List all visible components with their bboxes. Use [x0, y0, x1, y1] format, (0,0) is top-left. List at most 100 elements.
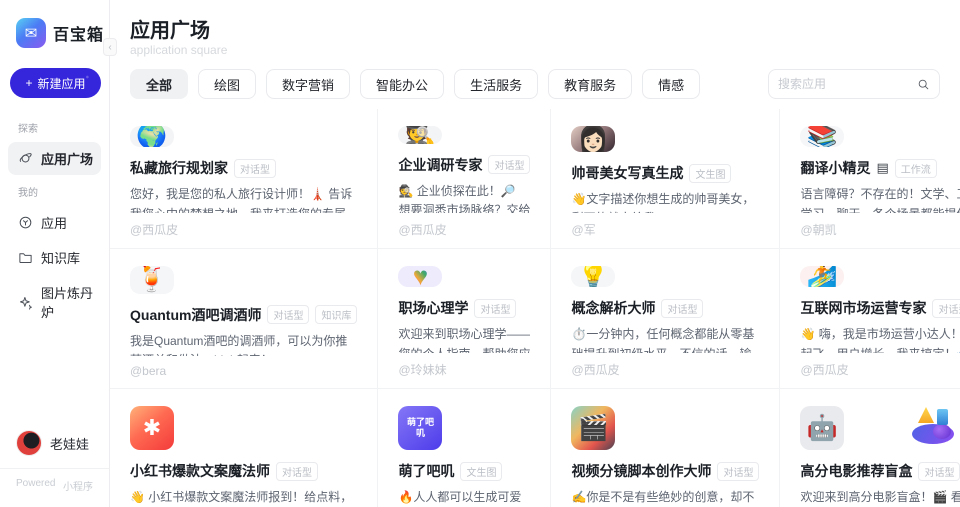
- clapperboard-icon: 🎬: [577, 413, 610, 442]
- document-glyph-icon: ▤: [876, 160, 889, 176]
- app-description: 语言障碍？不存在的！文学、工作、学习、聊天，各个场景都能提供支持！: [800, 187, 960, 213]
- user-profile[interactable]: 老娃娃: [0, 420, 109, 468]
- app-card-quantum-bartender[interactable]: 🍹 Quantum酒吧调酒师 对话型 知识库 我是Quantum酒吧的调酒师，可以为…: [110, 249, 379, 389]
- type-badge: 对话型: [267, 305, 310, 325]
- app-description: 🔥人人都可以生成可爱的表情包头像: [398, 490, 522, 504]
- app-description: 👋 小红书爆款文案魔法师报到！给点料，我就能让文案火花四溅，让大家都来“赞”助你…: [130, 490, 353, 504]
- app-author: @朝凯: [800, 223, 837, 237]
- type-badge: 对话型: [474, 298, 517, 318]
- app-title: 高分电影推荐盲盒: [800, 463, 913, 479]
- app-title: 概念解析大师: [571, 300, 656, 317]
- knowledge-badge: 知识库: [315, 305, 358, 325]
- app-title: 互联网市场运营专家: [800, 300, 927, 317]
- app-card-portrait-generator[interactable]: 👩🏻 帅哥美女写真生成文生图 👋文字描述你想生成的帅哥美女，剩下的就交给我 @军: [551, 109, 781, 249]
- search-box[interactable]: [768, 69, 940, 99]
- magic-wand-icon: ✱: [142, 415, 162, 440]
- app-title: 私藏旅行规划家: [130, 160, 228, 177]
- category-tabs: 全部 绘图 数字营销 智能办公 生活服务 教育服务 情感: [130, 69, 758, 99]
- app-title: 企业调研专家: [398, 156, 483, 173]
- app-icon: ✱: [130, 406, 174, 450]
- app-description: 欢迎来到职场心理学——您的个人指南，帮助您应对现代职场的复杂性！: [398, 327, 531, 353]
- app-card-xiaohongshu-copywriter[interactable]: ✱ 小红书爆款文案魔法师对话型 👋 小红书爆款文案魔法师报到！给点料，我就能让文…: [110, 389, 379, 507]
- app-description: ⏱️一分钟内，任何概念都能从零基础提升到初级水平，不信的话，输入你想学的概念，让…: [571, 327, 755, 353]
- type-badge: 对话型: [488, 155, 531, 175]
- sidebar-item-label: 应用广场: [41, 152, 94, 167]
- app-icon: 📚: [800, 126, 845, 148]
- sidebar-item-apps[interactable]: 应用: [8, 206, 101, 239]
- app-author: @西瓜皮: [398, 223, 447, 237]
- app-author: @玲妹妹: [398, 363, 447, 377]
- type-badge: 对话型: [234, 158, 276, 178]
- app-card-company-research[interactable]: 🕵️ 企业调研专家对话型 🕵️ 企业侦探在此！🔎 想要洞悉市场脉络？交给我，帮你…: [378, 109, 552, 249]
- app-title: 翻译小精灵: [800, 160, 871, 177]
- app-icon: 💡: [571, 266, 616, 288]
- type-badge: 对话型: [717, 461, 760, 481]
- app-author: @军: [571, 223, 596, 237]
- widget-star-shape: [918, 407, 934, 423]
- app-card-concept-master[interactable]: 💡 概念解析大师对话型 ⏱️一分钟内，任何概念都能从零基础提升到初级水平，不信的…: [551, 249, 781, 389]
- avatar: [16, 430, 42, 456]
- app-card-marketing-expert[interactable]: 🏄 互联网市场运营专家对话型 👋 嗨，我是市场运营小达人！ 品牌起飞，用户增长，…: [780, 249, 960, 389]
- chevron-left-icon: ‹: [108, 41, 112, 53]
- cocktail-icon: 🍹: [136, 266, 168, 294]
- tab-emotion[interactable]: 情感: [642, 69, 701, 99]
- page-header: 应用广场 application square 全部 绘图 数字营销 智能办公 …: [110, 0, 960, 109]
- app-icon: 🤖: [800, 406, 845, 450]
- powered-label: Powered: [16, 478, 56, 489]
- app-card-travel-planner[interactable]: 🌍 私藏旅行规划家对话型 您好，我是您的私人旅行设计师！🗼 告诉我您心中的梦想之…: [110, 109, 379, 249]
- widget-ball-shape: [933, 424, 951, 439]
- section-label-explore: 探索: [18, 124, 38, 135]
- globe-icon: 🌍: [136, 126, 168, 148]
- tab-digital-marketing[interactable]: 数字营销: [266, 69, 351, 99]
- mini-program-link[interactable]: 小程序: [63, 478, 93, 493]
- app-icon: ♥: [398, 266, 443, 288]
- brand-name: 百宝箱: [53, 27, 105, 44]
- app-description: 👋 嗨，我是市场运营小达人！ 品牌起飞，用户增长，我来搞定！🛫 准备好一起点燃市…: [800, 327, 960, 353]
- filter-toolbar: 全部 绘图 数字营销 智能办公 生活服务 教育服务 情感: [130, 69, 940, 99]
- page-subtitle: application square: [130, 43, 228, 57]
- app-description: ✍️你是不是有些绝妙的创意，却不知道怎么分镜?别担心，我专门干这个的🎯: [571, 490, 755, 504]
- app-icon: 🕵️: [398, 126, 443, 144]
- app-description: 🕵️ 企业侦探在此！🔎 想要洞悉市场脉络？交给我，帮你快速把脉企业状况。📊: [398, 183, 531, 213]
- new-app-button[interactable]: + 新建应用: [10, 68, 101, 98]
- app-author: @西瓜皮: [130, 223, 179, 237]
- sidebar-item-label: 知识库: [41, 251, 81, 266]
- app-icon: 萌了吧叽: [398, 406, 443, 450]
- app-card-storyboard-master[interactable]: 🎬 视频分镜脚本创作大师对话型 ✍️你是不是有些绝妙的创意，却不知道怎么分镜?别…: [551, 389, 781, 507]
- app-title: 视频分镜脚本创作大师: [571, 463, 712, 479]
- sidebar-collapse-button[interactable]: ‹: [103, 38, 117, 56]
- sidebar-item-image-furnace[interactable]: 图片炼丹炉: [8, 276, 101, 328]
- app-card-cute-avatar[interactable]: 萌了吧叽 萌了吧叽文生图 🔥人人都可以生成可爱的表情包头像 @玲妹妹: [378, 389, 552, 507]
- assistant-3d-widget[interactable]: [910, 400, 956, 448]
- widget-cube-shape: [937, 409, 948, 425]
- type-badge: 对话型: [932, 298, 960, 318]
- sidebar-item-knowledge-base[interactable]: 知识库: [8, 241, 101, 274]
- app-author: @bera: [130, 364, 167, 378]
- folder-icon: [19, 253, 32, 263]
- brand-logo: ✉ 百宝箱: [0, 18, 109, 48]
- app-card-workplace-psychology[interactable]: ♥ 职场心理学对话型 欢迎来到职场心理学——您的个人指南，帮助您应对现代职场的复…: [378, 249, 552, 389]
- type-badge: 文生图: [689, 163, 732, 183]
- tab-smart-office[interactable]: 智能办公: [360, 69, 445, 99]
- detective-icon: 🕵️: [404, 126, 437, 144]
- tab-education[interactable]: 教育服务: [548, 69, 633, 99]
- app-description: 您好，我是您的私人旅行设计师！🗼 告诉我您心中的梦想之地，我来打造您的专属环球冒…: [130, 187, 353, 213]
- type-badge: 对话型: [276, 461, 318, 481]
- app-card-translator-elf[interactable]: 📚 翻译小精灵 ▤ 工作流 语言障碍？不存在的！文学、工作、学习、聊天，各个场景都能…: [780, 109, 960, 249]
- app-title: 小红书爆款文案魔法师: [130, 463, 270, 479]
- sparkle-icon: [20, 296, 32, 310]
- app-icon: 🍹: [130, 266, 174, 294]
- main-content: 应用广场 application square 全部 绘图 数字营销 智能办公 …: [110, 0, 960, 507]
- sidebar-item-label: 图片炼丹炉: [41, 286, 94, 320]
- app-icon: 🎬: [571, 406, 616, 450]
- envelope-icon: ✉: [24, 25, 38, 42]
- tab-life-services[interactable]: 生活服务: [454, 69, 539, 99]
- app-icon: 🏄: [800, 266, 845, 288]
- tab-all[interactable]: 全部: [130, 69, 189, 99]
- sidebar-item-app-square[interactable]: 应用广场: [8, 142, 101, 175]
- search-input[interactable]: [778, 77, 911, 91]
- portrait-photo-icon: 👩🏻: [577, 126, 610, 153]
- tab-drawing[interactable]: 绘图: [198, 69, 257, 99]
- section-label-mine: 我的: [18, 188, 38, 199]
- plus-icon: +: [25, 76, 33, 90]
